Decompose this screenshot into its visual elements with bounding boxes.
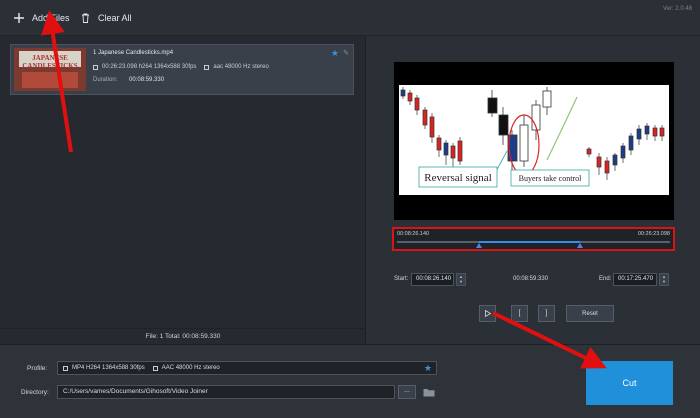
timeline-start-marker[interactable]: [475, 243, 482, 248]
pin-icon[interactable]: ✎: [343, 49, 349, 57]
plus-icon: [12, 11, 26, 25]
timeline-end-marker[interactable]: [576, 243, 583, 248]
duration-label: Duration:: [93, 77, 118, 83]
file-summary: File: 1 Total: 00:08:59.330: [0, 328, 366, 344]
file-list-item[interactable]: JAPANESE CANDLESTICKS 1 Japanese Candles…: [10, 44, 354, 95]
preview-panel: Reversal signal Buyers take control 00:0…: [367, 36, 700, 344]
open-folder-button[interactable]: [420, 385, 438, 399]
file-name: 1 Japanese Candlesticks.mp4: [93, 50, 174, 56]
profile-audio: AAC 48000 Hz stereo: [161, 365, 220, 371]
audio-stream-icon: [204, 64, 210, 70]
buyers-take-control-label: Buyers take control: [519, 174, 582, 183]
add-files-button[interactable]: Add Files: [12, 10, 70, 26]
start-time-input[interactable]: 00:08:26.140: [411, 273, 454, 286]
end-time-input[interactable]: 00:17:25.470: [613, 273, 657, 286]
start-label: Start:: [394, 276, 409, 282]
clear-all-label: Clear All: [98, 13, 132, 23]
timeline-selection: [478, 241, 580, 243]
audio-stream-icon: [152, 365, 158, 371]
cut-duration: 00:08:59.330: [513, 276, 549, 282]
mark-out-button[interactable]: ]: [538, 305, 555, 322]
reset-button[interactable]: Reset: [566, 305, 614, 322]
timeline[interactable]: 00:08:26.140 00:26:23.098: [392, 227, 675, 251]
audio-info: aac 48000 Hz stereo: [213, 64, 269, 70]
play-button[interactable]: [479, 305, 496, 322]
clear-all-button[interactable]: Clear All: [78, 10, 132, 26]
directory-label: Directory:: [21, 389, 49, 396]
video-info: 00:26:23.098 h264 1364x588 30fps: [102, 64, 197, 70]
video-stream-icon: [93, 64, 98, 70]
timeline-start-time: 00:08:26.140: [397, 231, 430, 237]
folder-icon: [423, 388, 435, 396]
profile-video: MP4 H264 1364x588 30fps: [72, 365, 145, 371]
video-stream-icon: [63, 365, 68, 371]
file-list-panel: JAPANESE CANDLESTICKS 1 Japanese Candles…: [0, 36, 366, 344]
toolbar: Add Files Clear All Ver: 2.0.48: [0, 0, 700, 36]
start-time-stepper[interactable]: ▲ ▼: [456, 273, 466, 286]
file-duration: Duration: 00:08:59.330: [93, 77, 164, 83]
duration-value: 00:08:59.330: [129, 77, 165, 83]
cut-button[interactable]: Cut: [586, 361, 673, 405]
end-time-stepper[interactable]: ▲ ▼: [659, 273, 669, 286]
video-preview: Reversal signal Buyers take control: [394, 62, 674, 220]
candlestick-frame-graphic: Reversal signal Buyers take control: [400, 87, 665, 188]
browse-button[interactable]: ...: [398, 385, 416, 399]
version-label: Ver: 2.0.48: [662, 6, 692, 12]
mark-in-button[interactable]: [: [511, 305, 528, 322]
profile-label: Profile:: [27, 365, 48, 372]
timeline-end-time: 00:26:23.098: [637, 231, 670, 237]
video-frame: Reversal signal Buyers take control: [399, 85, 669, 195]
profile-select[interactable]: MP4 H264 1364x588 30fps AAC 48000 Hz ste…: [57, 361, 437, 375]
thumbnail-text: JAPANESE CANDLESTICKS: [22, 54, 78, 70]
reversal-signal-label: Reversal signal: [424, 172, 492, 184]
file-media-info: 00:26:23.098 h264 1364x588 30fps aac 480…: [93, 64, 269, 70]
end-label: End:: [599, 276, 612, 282]
trash-icon: [78, 11, 92, 25]
output-settings: Profile: MP4 H264 1364x588 30fps AAC 480…: [0, 344, 700, 418]
add-files-label: Add Files: [32, 13, 70, 23]
directory-input[interactable]: C:/Users/vames/Documents/Gihosoft/Video …: [57, 385, 395, 399]
star-icon[interactable]: ★: [331, 48, 339, 59]
play-icon: [484, 310, 491, 317]
video-thumbnail: JAPANESE CANDLESTICKS: [14, 48, 86, 91]
star-icon[interactable]: ★: [424, 363, 432, 374]
